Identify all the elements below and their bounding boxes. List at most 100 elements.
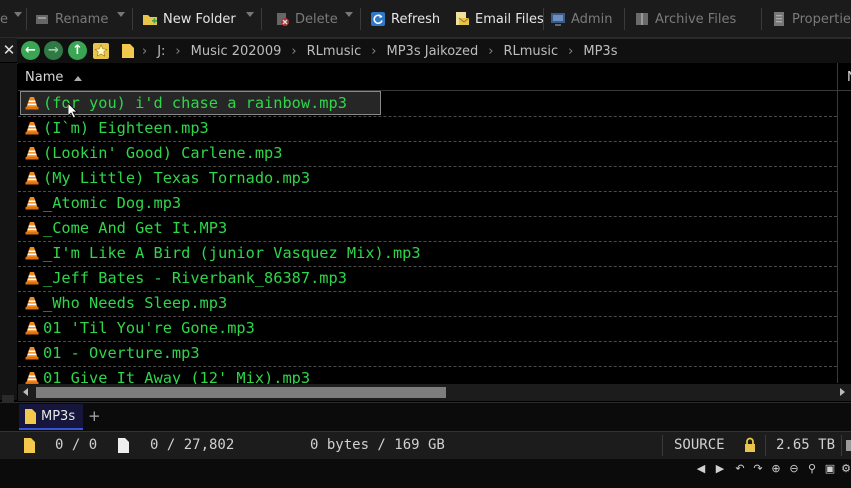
- email-files-icon: [456, 12, 470, 25]
- scroll-right-icon[interactable]: [840, 388, 845, 396]
- file-name: _I'm Like A Bird (junior Vasquez Mix).mp…: [43, 244, 421, 262]
- back-icon[interactable]: ←: [21, 41, 40, 60]
- file-name: (I`m) Eighteen.mp3: [43, 119, 209, 137]
- vlc-cone-icon: [25, 322, 39, 335]
- admin-button[interactable]: Admin: [550, 6, 612, 32]
- tab-mp3s[interactable]: MP3s: [19, 404, 83, 430]
- breadcrumb-separator: ›: [291, 43, 297, 59]
- breadcrumb-item[interactable]: RLmusic: [307, 44, 362, 59]
- arrow-left-icon[interactable]: ◀: [694, 462, 708, 475]
- vlc-cone-icon: [25, 247, 39, 260]
- breadcrumb-item[interactable]: Music 202009: [191, 44, 282, 59]
- properties-icon: [774, 12, 784, 26]
- file-row[interactable]: _I'm Like A Bird (junior Vasquez Mix).mp…: [18, 241, 837, 267]
- vlc-cone-icon: [25, 147, 39, 160]
- breadcrumb-item[interactable]: MP3s: [583, 44, 617, 59]
- delete-dropdown-arrow[interactable]: [345, 12, 353, 17]
- toolbar-separator: [761, 8, 762, 30]
- view-box-icon[interactable]: ▣: [823, 462, 837, 475]
- selection-size: 0 bytes / 169 GB: [310, 437, 445, 453]
- file-row[interactable]: _Atomic Dog.mp3: [18, 191, 837, 217]
- file-row[interactable]: (for you) i'd chase a rainbow.mp3: [18, 91, 837, 117]
- status-bar: 0 / 0 0 / 27,802 0 bytes / 169 GB SOURCE…: [0, 431, 851, 459]
- new-folder-button[interactable]: New Folder: [142, 6, 236, 32]
- lock-icon[interactable]: [743, 437, 757, 453]
- folder-count-icon: [24, 438, 35, 453]
- zoom-out-icon[interactable]: ⊖: [787, 462, 801, 475]
- file-name: _Jeff Bates - Riverbank_86387.mp3: [43, 269, 347, 287]
- up-icon[interactable]: ↑: [68, 41, 87, 60]
- breadcrumb-item[interactable]: J:: [157, 44, 165, 59]
- file-list[interactable]: Name N (for you) i'd chase a rainbow.mp3…: [18, 63, 851, 392]
- breadcrumb-item[interactable]: MP3s Jaikozed: [387, 44, 479, 59]
- vlc-cone-icon: [25, 272, 39, 285]
- archive-files-button[interactable]: Archive Files: [634, 6, 736, 32]
- breadcrumb-item[interactable]: RLmusic: [503, 44, 558, 59]
- file-row[interactable]: 01 'Til You're Gone.mp3: [18, 316, 837, 342]
- file-name: (My Little) Texas Tornado.mp3: [43, 169, 311, 187]
- address-bar[interactable]: ← → ↑ › J: › Music 202009 › RLmusic › MP…: [17, 38, 851, 64]
- file-row[interactable]: _Who Needs Sleep.mp3: [18, 291, 837, 317]
- settings-icon[interactable]: ⚙: [839, 462, 851, 475]
- delete-button[interactable]: Delete: [274, 6, 338, 32]
- new-folder-icon: [143, 15, 157, 25]
- bottom-toolbar: ◀ ▶ ↶ ↷ ⊕ ⊖ ⚲ ▣ ⚙: [0, 459, 851, 488]
- partial-button[interactable]: e: [0, 6, 8, 32]
- vlc-cone-icon: [25, 122, 39, 135]
- file-row[interactable]: _Come And Get It.MP3: [18, 216, 837, 242]
- rename-button[interactable]: Rename: [34, 6, 108, 32]
- admin-icon: [551, 13, 565, 26]
- file-name: _Atomic Dog.mp3: [43, 194, 182, 212]
- folder-icon: [122, 44, 134, 58]
- zoom-in-icon[interactable]: ⊕: [769, 462, 783, 475]
- column-divider[interactable]: [837, 63, 838, 383]
- new-folder-dropdown-arrow[interactable]: [246, 12, 254, 17]
- toolbar-separator: [132, 8, 133, 30]
- file-row[interactable]: _Jeff Bates - Riverbank_86387.mp3: [18, 266, 837, 292]
- redo-icon[interactable]: ↷: [751, 462, 765, 475]
- horizontal-scrollbar[interactable]: [18, 384, 851, 401]
- vlc-cone-icon: [25, 97, 39, 110]
- status-separator: [662, 435, 663, 456]
- admin-label: Admin: [571, 11, 613, 27]
- email-files-button[interactable]: Email Files: [454, 6, 544, 32]
- vlc-cone-icon: [25, 372, 39, 385]
- toolbar-separator: [624, 8, 625, 30]
- source-label[interactable]: SOURCE: [674, 437, 725, 453]
- refresh-button[interactable]: Refresh: [370, 6, 440, 32]
- properties-label: Properties: [792, 11, 851, 27]
- file-name: _Come And Get It.MP3: [43, 219, 228, 237]
- file-selection-count: 0 / 27,802: [150, 437, 235, 453]
- column-header-name[interactable]: Name: [25, 70, 63, 85]
- arrow-right-icon[interactable]: ▶: [713, 462, 727, 475]
- new-tab-icon[interactable]: +: [88, 407, 101, 425]
- tab-label: MP3s: [41, 408, 76, 424]
- refresh-label: Refresh: [391, 11, 441, 27]
- file-count-icon: [118, 438, 129, 453]
- tab-bar: MP3s +: [0, 402, 851, 431]
- close-pane-icon[interactable]: ✕: [2, 40, 16, 60]
- properties-button[interactable]: Properties: [771, 6, 851, 32]
- favorites-icon[interactable]: [92, 42, 110, 60]
- horizontal-scroll-thumb[interactable]: [36, 387, 446, 398]
- partial-dropdown-arrow[interactable]: [14, 12, 22, 17]
- forward-icon[interactable]: →: [44, 41, 63, 60]
- folder-icon: [25, 408, 36, 424]
- rename-icon: [36, 15, 48, 24]
- vlc-cone-icon: [25, 347, 39, 360]
- list-header: Name N: [18, 66, 851, 91]
- file-row[interactable]: (My Little) Texas Tornado.mp3: [18, 166, 837, 192]
- archive-files-label: Archive Files: [655, 11, 737, 27]
- file-row[interactable]: (I`m) Eighteen.mp3: [18, 116, 837, 142]
- toolbar: e Rename New Folder Delete Refresh Email…: [0, 0, 851, 38]
- scroll-left-icon[interactable]: [23, 388, 28, 396]
- rename-dropdown-arrow[interactable]: [117, 12, 125, 17]
- breadcrumb[interactable]: › J: › Music 202009 › RLmusic › MP3s Jai…: [142, 39, 617, 63]
- file-row[interactable]: (Lookin' Good) Carlene.mp3: [18, 141, 837, 167]
- file-row[interactable]: 01 - Overture.mp3: [18, 341, 837, 367]
- vlc-cone-icon: [25, 222, 39, 235]
- search-icon[interactable]: ⚲: [805, 462, 819, 475]
- folder-selection-count: 0 / 0: [55, 437, 98, 453]
- column-header-partial[interactable]: N: [847, 70, 851, 85]
- undo-icon[interactable]: ↶: [733, 462, 747, 475]
